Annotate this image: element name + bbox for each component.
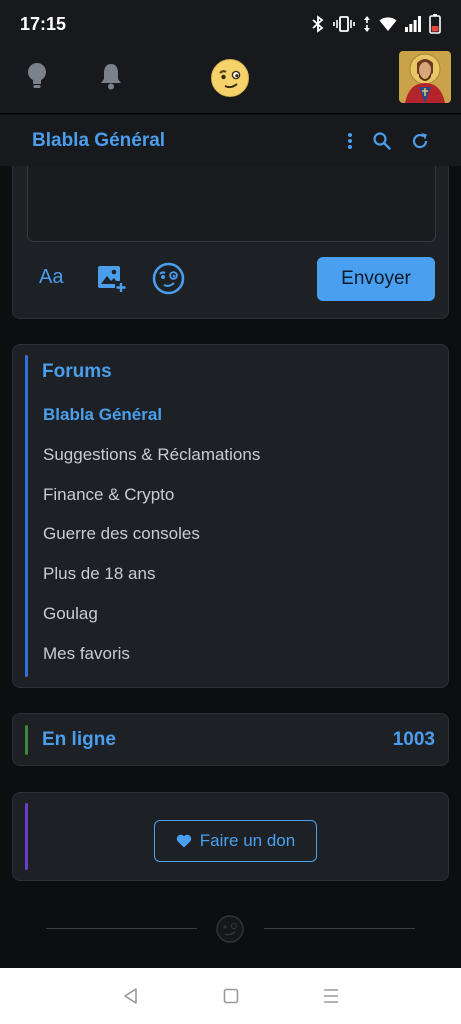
android-nav-bar <box>0 968 461 1024</box>
footer-divider-right <box>264 928 415 929</box>
forums-card: Forums Blabla Général Suggestions & Récl… <box>12 344 449 688</box>
donate-card: Faire un don <box>12 792 449 881</box>
emoji-icon[interactable] <box>152 262 185 295</box>
online-card: En ligne 1003 <box>12 713 449 766</box>
forums-accent-bar <box>25 355 28 677</box>
bell-icon[interactable] <box>99 62 123 90</box>
forum-item-mes-favoris[interactable]: Mes favoris <box>43 644 260 684</box>
status-time: 17:15 <box>20 13 67 34</box>
wifi-icon <box>379 17 397 31</box>
top-nav <box>0 48 461 114</box>
forum-header: Blabla Général <box>0 115 461 166</box>
donate-label: Faire un don <box>199 831 296 850</box>
back-icon[interactable] <box>122 987 140 1005</box>
site-logo-icon[interactable] <box>210 58 250 98</box>
forum-item-guerre-consoles[interactable]: Guerre des consoles <box>43 524 260 564</box>
donate-accent-bar <box>25 803 28 870</box>
avatar[interactable] <box>399 51 451 103</box>
vibrate-icon <box>333 16 355 32</box>
forums-title: Forums <box>42 361 112 382</box>
add-image-icon[interactable] <box>97 264 127 294</box>
refresh-icon[interactable] <box>411 132 429 150</box>
status-bar: 17:15 <box>0 0 461 48</box>
home-icon[interactable] <box>223 988 239 1004</box>
online-accent-bar <box>25 725 28 755</box>
bluetooth-icon <box>312 15 324 33</box>
heart-icon <box>176 834 191 848</box>
forum-item-finance-crypto[interactable]: Finance & Crypto <box>43 485 260 525</box>
forum-list: Blabla Général Suggestions & Réclamation… <box>43 405 260 684</box>
text-format-icon[interactable]: Aa <box>39 266 63 289</box>
search-icon[interactable] <box>373 131 391 150</box>
lightbulb-icon[interactable] <box>26 62 48 90</box>
message-input[interactable] <box>27 166 436 242</box>
online-label: En ligne <box>42 729 116 750</box>
forum-item-suggestions[interactable]: Suggestions & Réclamations <box>43 445 260 485</box>
footer-divider-left <box>46 928 197 929</box>
forum-item-blabla-general[interactable]: Blabla Général <box>43 405 260 445</box>
forum-item-plus-18[interactable]: Plus de 18 ans <box>43 564 260 604</box>
page-title: Blabla Général <box>32 129 166 151</box>
send-button[interactable]: Envoyer <box>317 257 435 301</box>
donate-button[interactable]: Faire un don <box>154 820 317 862</box>
battery-icon <box>429 14 441 34</box>
recents-icon[interactable] <box>322 988 340 1004</box>
header-actions <box>347 131 429 150</box>
online-count[interactable]: 1003 <box>393 729 435 751</box>
footer-logo-icon <box>216 915 244 943</box>
composer-card: Aa Envoyer <box>12 166 449 319</box>
status-icons <box>311 14 441 34</box>
data-arrows-icon <box>364 16 370 32</box>
signal-icon <box>405 16 421 32</box>
more-vertical-icon[interactable] <box>347 132 353 150</box>
forum-item-goulag[interactable]: Goulag <box>43 604 260 644</box>
